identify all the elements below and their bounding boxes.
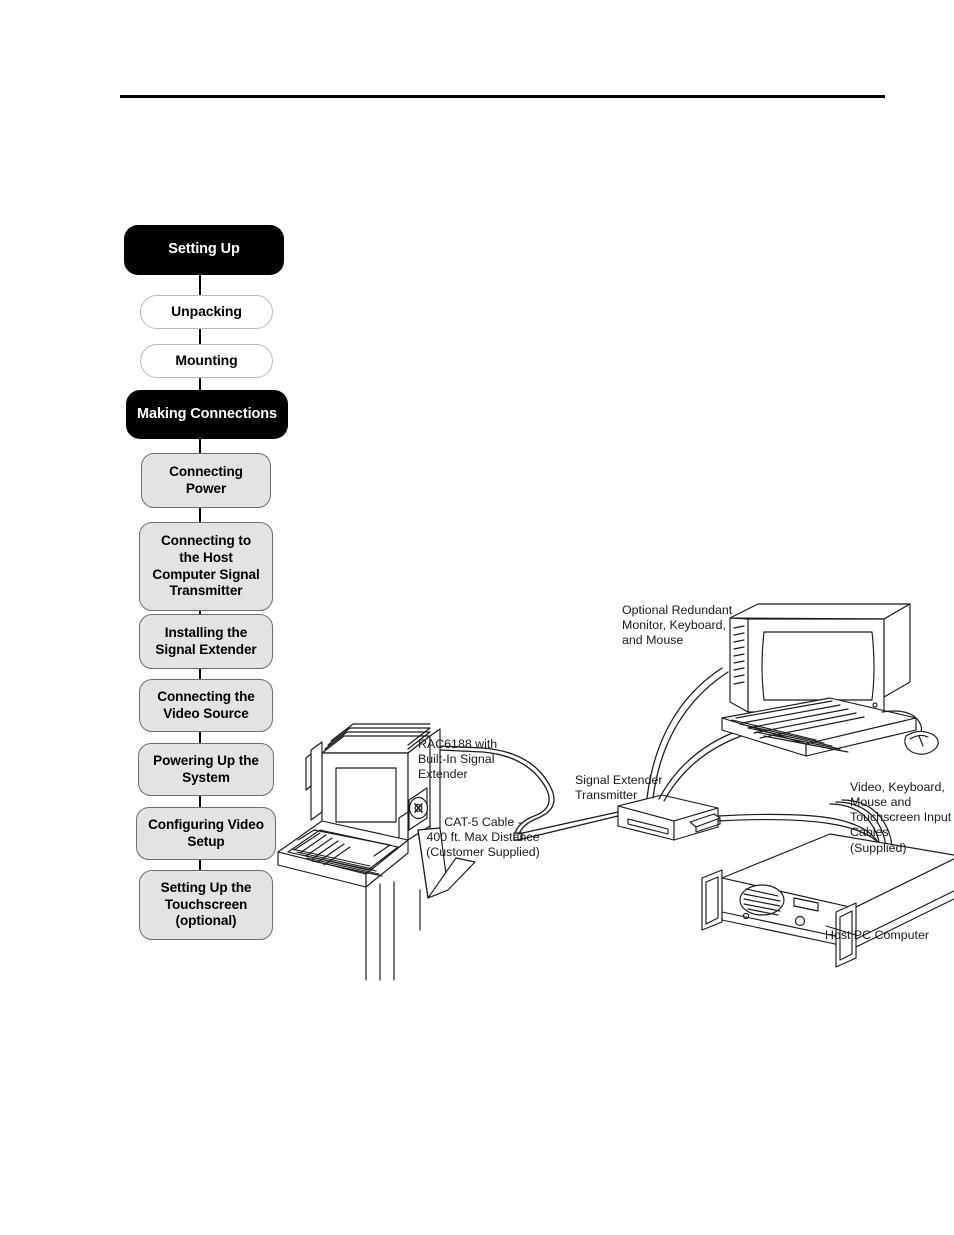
callout-cat5-cable: CAT-5 Cable - 400 ft. Max Distance (Cust… bbox=[426, 815, 540, 860]
flowchart-node-powering-up-the-system: Powering Up the System bbox=[138, 743, 274, 796]
flowchart-node-label: Setting Up the Touchscreen (optional) bbox=[160, 880, 252, 929]
connector-shaft bbox=[199, 439, 201, 453]
callout-host-pc-computer: Host PC Computer bbox=[825, 928, 929, 942]
flowchart-node-setting-up: Setting Up bbox=[124, 225, 284, 275]
connector-shaft bbox=[199, 796, 201, 807]
flowchart-node-unpacking: Unpacking bbox=[140, 295, 273, 329]
connector-shaft bbox=[199, 508, 201, 522]
flowchart-node-configuring-video-setup: Configuring Video Setup bbox=[136, 807, 276, 860]
flowchart-node-connecting-the-video-source: Connecting the Video Source bbox=[139, 679, 273, 732]
flowchart-node-label: Mounting bbox=[175, 352, 238, 369]
connection-illustration: Optional Redundant Monitor, Keyboard, an… bbox=[270, 590, 954, 990]
callout-optional-redundant-peripherals: Optional Redundant Monitor, Keyboard, an… bbox=[622, 603, 733, 648]
flowchart-node-connecting-to-the-host-computer-signal-transmitter: Connecting to the Host Computer Signal T… bbox=[139, 522, 273, 611]
flowchart-node-label: Connecting to the Host Computer Signal T… bbox=[152, 533, 260, 599]
flowchart-node-label: Connecting Power bbox=[169, 463, 243, 496]
connector-shaft bbox=[199, 732, 201, 743]
flowchart-node-setting-up-the-touchscreen-optional: Setting Up the Touchscreen (optional) bbox=[139, 870, 273, 940]
flowchart-node-label: Powering Up the System bbox=[153, 752, 259, 785]
connector-shaft bbox=[199, 378, 201, 390]
flowchart-node-making-connections: Making Connections bbox=[126, 390, 288, 439]
flowchart-node-label: Making Connections bbox=[137, 405, 277, 422]
page-header-rule bbox=[120, 95, 885, 98]
connector-shaft bbox=[199, 329, 201, 344]
connector-shaft bbox=[199, 669, 201, 679]
flowchart-node-label: Setting Up bbox=[168, 241, 240, 258]
connector-shaft bbox=[199, 860, 201, 870]
flowchart-node-label: Installing the Signal Extender bbox=[155, 624, 257, 657]
flowchart-node-label: Unpacking bbox=[171, 303, 242, 320]
desktop-mouse-art bbox=[904, 730, 939, 755]
flowchart-node-label: Configuring Video Setup bbox=[148, 816, 264, 849]
flowchart-node-mounting: Mounting bbox=[140, 344, 273, 378]
callout-signal-extender-transmitter: Signal Extender Transmitter bbox=[575, 773, 663, 803]
flowchart-node-connecting-power: Connecting Power bbox=[141, 453, 271, 508]
callout-input-cables: Video, Keyboard, Mouse and Touchscreen I… bbox=[850, 780, 952, 855]
callout-rac6188-unit: RAC6188 with Built-In Signal Extender bbox=[418, 737, 498, 782]
connector-shaft bbox=[199, 275, 201, 295]
flowchart-node-label: Connecting the Video Source bbox=[157, 688, 255, 721]
flowchart-node-installing-the-signal-extender: Installing the Signal Extender bbox=[139, 614, 273, 669]
